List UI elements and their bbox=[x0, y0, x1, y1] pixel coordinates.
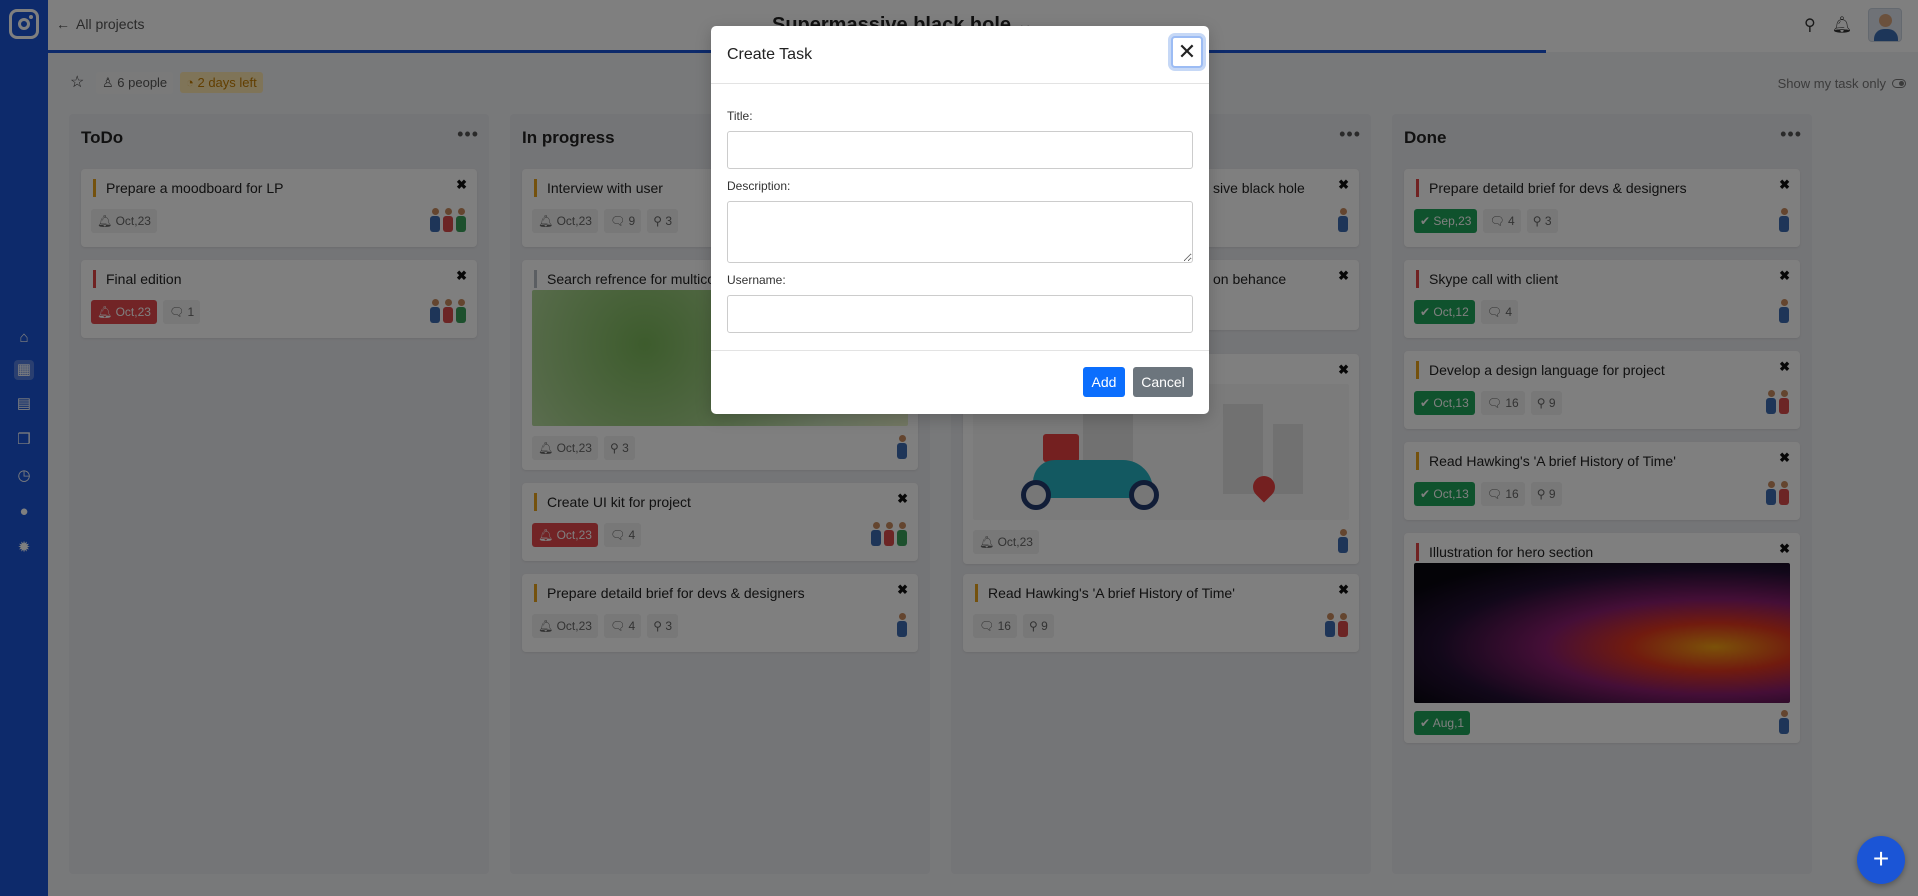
add-task-fab[interactable]: + bbox=[1857, 836, 1905, 884]
cancel-button[interactable]: Cancel bbox=[1133, 367, 1193, 397]
title-label: Title: bbox=[727, 109, 753, 123]
plus-icon: + bbox=[1872, 843, 1890, 874]
add-button[interactable]: Add bbox=[1083, 367, 1125, 397]
username-input[interactable] bbox=[727, 295, 1193, 333]
description-textarea[interactable] bbox=[727, 201, 1193, 263]
dialog-header: Create Task ✕ bbox=[711, 26, 1209, 84]
create-task-dialog: Create Task ✕ Title: Description: Userna… bbox=[711, 26, 1209, 414]
dialog-footer: Add Cancel bbox=[711, 350, 1209, 414]
close-icon[interactable]: ✕ bbox=[1171, 36, 1203, 68]
description-label: Description: bbox=[727, 179, 791, 193]
dialog-title: Create Task bbox=[727, 46, 813, 63]
title-input[interactable] bbox=[727, 131, 1193, 169]
username-label: Username: bbox=[727, 273, 786, 287]
